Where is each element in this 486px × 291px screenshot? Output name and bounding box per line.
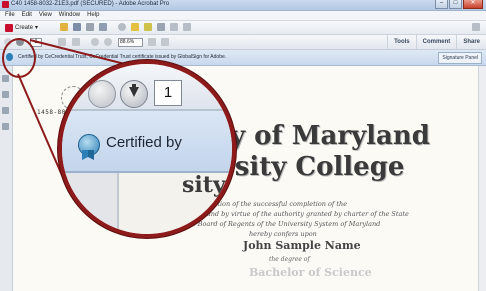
magnified-page-number: 1 bbox=[154, 80, 182, 106]
magnified-certified-text: Certified by bbox=[106, 134, 182, 151]
down-arrow-icon bbox=[129, 87, 139, 97]
magnified-toolbar bbox=[62, 64, 232, 111]
focus-circle bbox=[2, 38, 36, 78]
magnifier-lens: 1 Certified by sity bbox=[58, 60, 236, 238]
next-page-icon bbox=[120, 80, 148, 108]
magnified-navigation-pane bbox=[62, 173, 119, 234]
magnified-gothic-text: sity bbox=[182, 172, 226, 198]
previous-page-icon bbox=[88, 80, 116, 108]
